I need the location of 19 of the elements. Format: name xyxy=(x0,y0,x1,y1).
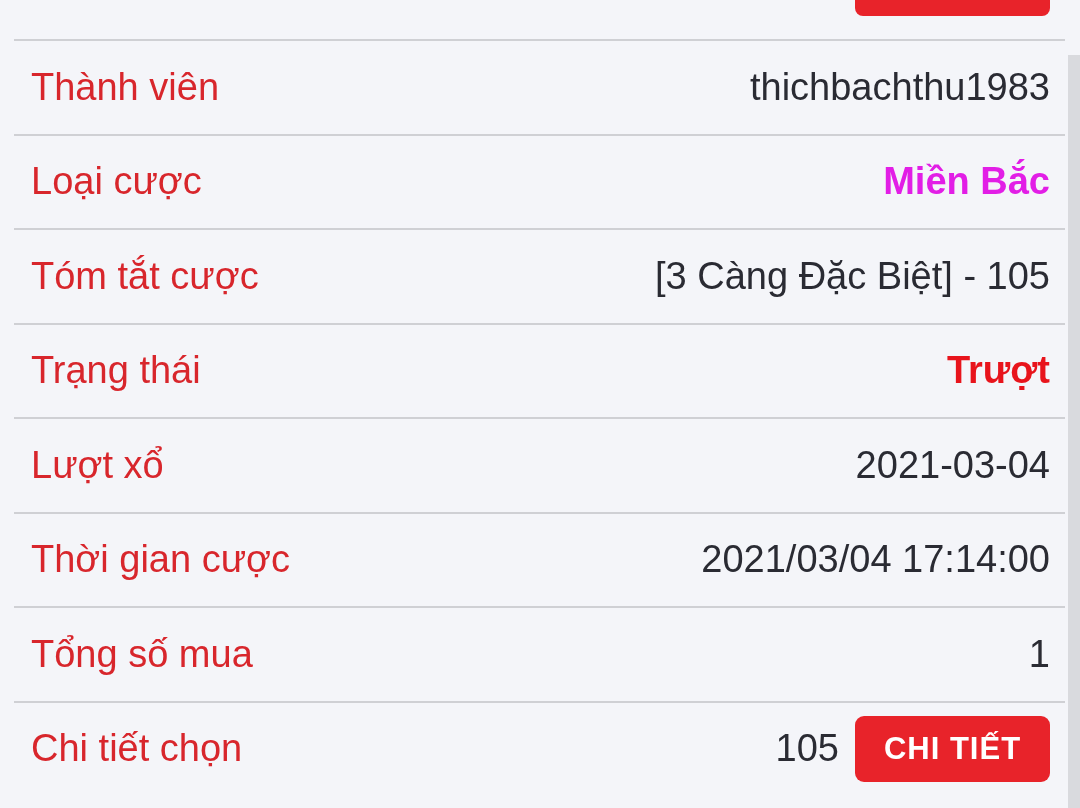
field-label: Thành viên xyxy=(31,65,219,109)
detail-button[interactable]: CHI TIẾT xyxy=(855,715,1050,782)
field-value: 1 xyxy=(1028,632,1050,676)
field-value: 2021-03-04 xyxy=(855,443,1050,487)
field-value: Miền Bắc xyxy=(883,160,1050,204)
field-label: Thời gian cược xyxy=(31,538,291,582)
action-button[interactable] xyxy=(855,0,1050,16)
field-value: [3 Càng Đặc Biệt] - 105 xyxy=(655,254,1050,298)
field-label: Trạng thái xyxy=(31,349,201,393)
field-value: thichbachthu1983 xyxy=(749,65,1050,109)
field-label: Tóm tắt cược xyxy=(31,254,259,298)
field-label: Loại cược xyxy=(31,160,202,204)
scrollbar[interactable] xyxy=(1068,55,1080,808)
field-value: 2021/03/04 17:14:00 xyxy=(701,538,1050,582)
field-label: Tổng số mua xyxy=(31,632,253,676)
field-label: Chi tiết chọn xyxy=(31,727,243,771)
field-label: Lượt xổ xyxy=(31,443,164,487)
field-value: Trượt xyxy=(946,349,1050,393)
field-value: 105 xyxy=(775,727,839,771)
